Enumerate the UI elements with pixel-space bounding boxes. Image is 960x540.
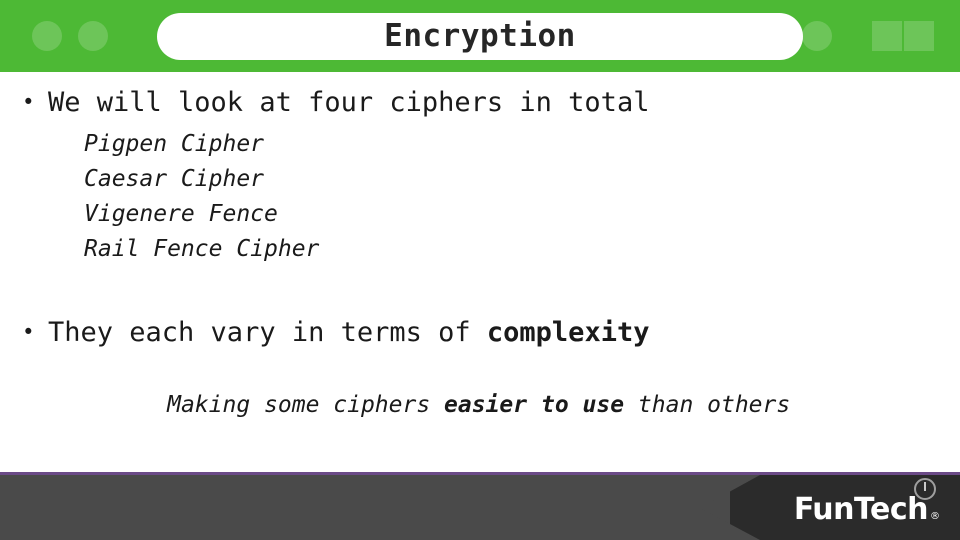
slide: Encryption • We will look at four cipher… — [0, 0, 960, 540]
footer-band-light — [0, 475, 730, 540]
bullet-item-2: • They each vary in terms of complexity — [22, 317, 649, 349]
bullet-marker-2: • — [22, 320, 35, 344]
bullet-text-2-plain: They each vary in terms of — [48, 317, 487, 348]
brand-logo: FunTech ® — [794, 495, 940, 525]
bullet-marker-1: • — [22, 90, 35, 114]
bullet-text-1: We will look at four ciphers in total — [48, 87, 650, 118]
sub-item-1-2: Caesar Cipher — [84, 166, 265, 192]
header-decor-square-2 — [904, 21, 934, 51]
footer-wedge — [700, 475, 760, 540]
brand-logo-registered: ® — [930, 511, 940, 522]
header-decor-circle-2 — [78, 21, 108, 51]
header-decor-circle-3 — [802, 21, 832, 51]
sub-item-1-1: Pigpen Cipher — [84, 131, 265, 157]
bullet-text-2-emphasis: complexity — [486, 317, 650, 348]
header-decor-circle-1 — [32, 21, 62, 51]
page-title: Encryption — [384, 18, 576, 54]
header-decor-square-1 — [872, 21, 902, 51]
sub-item-2-1-part-2: easier to use — [444, 392, 625, 418]
slide-body: • We will look at four ciphers in total … — [0, 72, 960, 472]
sub-item-1-3: Vigenere Fence — [84, 201, 278, 227]
sub-item-2-1-part-1: Making some ciphers — [167, 392, 445, 418]
sub-item-1-4: Rail Fence Cipher — [84, 236, 320, 262]
sub-item-2-1: Making some ciphers easier to use than o… — [84, 359, 790, 452]
sub-item-2-1-part-3: than others — [624, 392, 791, 418]
bullet-item-1: • We will look at four ciphers in total — [22, 87, 649, 119]
brand-logo-text: FunTech — [793, 492, 929, 527]
